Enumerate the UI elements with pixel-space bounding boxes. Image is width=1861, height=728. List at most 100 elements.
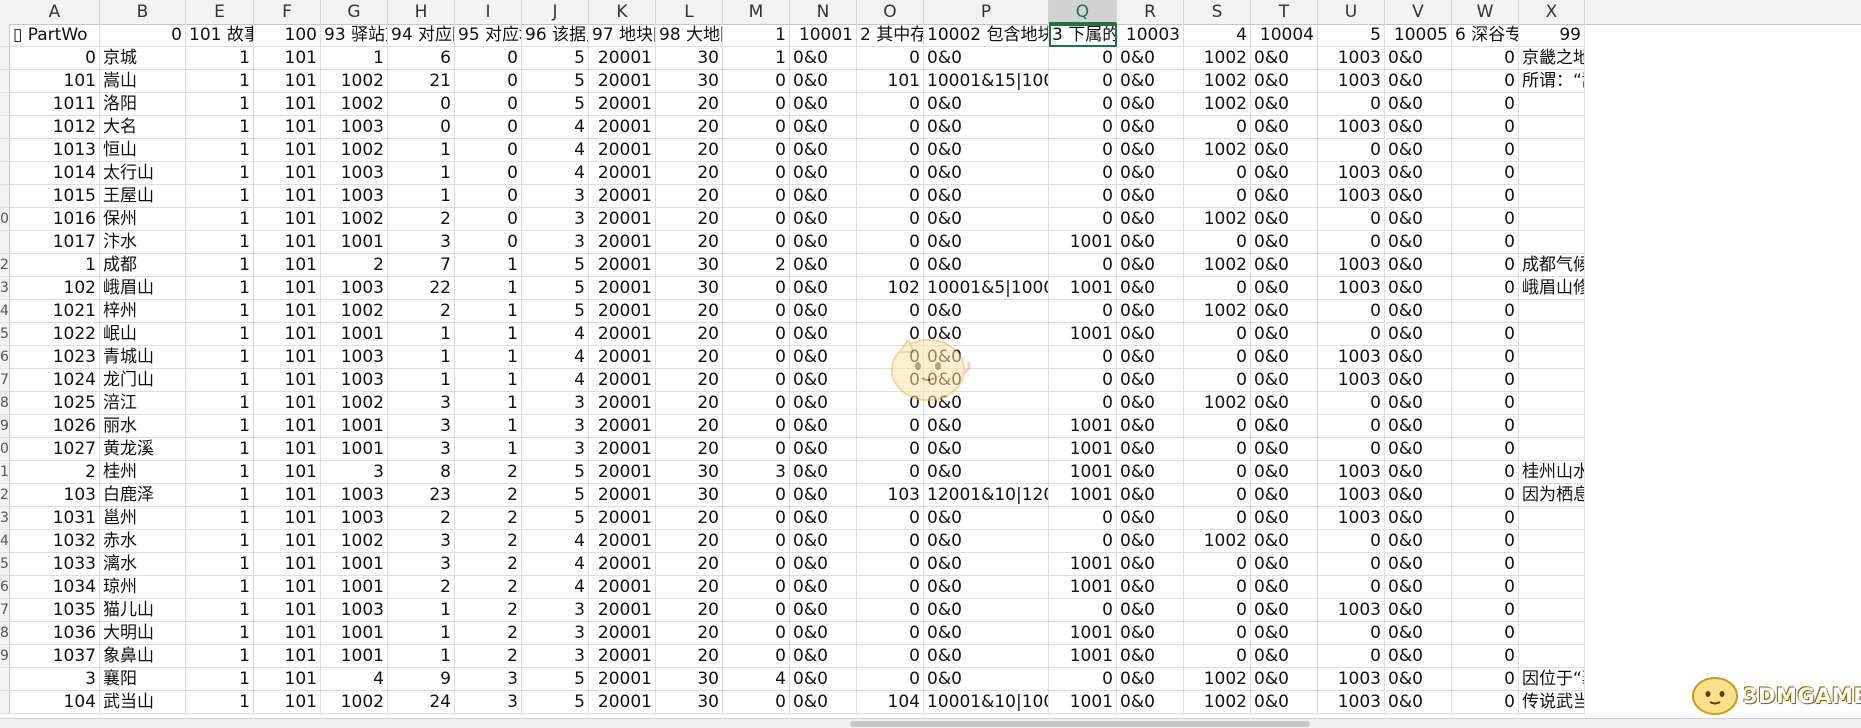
cell[interactable]: 0&0 <box>1251 415 1318 438</box>
cell[interactable]: 1002 <box>321 691 388 714</box>
cell[interactable]: 0 <box>1452 553 1519 576</box>
cell[interactable]: 0 <box>723 185 790 208</box>
cell[interactable]: 3 <box>388 438 455 461</box>
cell[interactable]: 0&0 <box>1251 346 1318 369</box>
cell[interactable]: 梓州 <box>100 300 186 323</box>
cell[interactable]: 1003 <box>321 116 388 139</box>
cell[interactable] <box>1519 185 1585 208</box>
cell[interactable]: 5 <box>522 277 589 300</box>
cell[interactable]: 1001 <box>321 576 388 599</box>
cell[interactable]: 2 <box>455 553 522 576</box>
cell[interactable]: 传说武当山是“真 <box>1519 691 1585 714</box>
cell[interactable]: 0&0 <box>1251 139 1318 162</box>
cell[interactable]: 0&0 <box>1251 116 1318 139</box>
cell[interactable]: 京城 <box>100 47 186 70</box>
cell[interactable]: 24 <box>388 691 455 714</box>
cell[interactable] <box>1519 346 1585 369</box>
cell[interactable]: 3 <box>388 392 455 415</box>
cell[interactable]: 0&0 <box>1251 576 1318 599</box>
cell[interactable]: 0 <box>1452 507 1519 530</box>
cell[interactable]: 0 <box>1452 392 1519 415</box>
cell[interactable]: 1002 <box>321 300 388 323</box>
column-header-g[interactable]: G <box>321 0 388 24</box>
cell[interactable]: 0 <box>1049 668 1117 691</box>
cell[interactable]: 101 <box>254 691 321 714</box>
cell[interactable]: 5 <box>522 461 589 484</box>
cell[interactable]: 101 <box>254 369 321 392</box>
cell[interactable]: 0 <box>388 116 455 139</box>
cell[interactable]: 2 <box>10 461 100 484</box>
cell[interactable]: 1003 <box>321 346 388 369</box>
cell[interactable]: 1 <box>186 622 254 645</box>
cell[interactable]: 1002 <box>1184 668 1251 691</box>
cell[interactable]: 1 <box>186 139 254 162</box>
cell[interactable]: 汴水 <box>100 231 186 254</box>
cell[interactable]: 1013 <box>10 139 100 162</box>
cell[interactable]: 10003 <box>1117 24 1184 47</box>
cell[interactable]: 1003 <box>1318 599 1385 622</box>
cell[interactable]: 0 <box>455 162 522 185</box>
cell[interactable]: 20001 <box>589 139 656 162</box>
cell[interactable]: 0&0 <box>924 553 1049 576</box>
cell[interactable]: 103 <box>857 484 924 507</box>
cell[interactable]: 龙门山 <box>100 369 186 392</box>
cell[interactable]: 3 <box>522 645 589 668</box>
cell[interactable]: 1025 <box>10 392 100 415</box>
cell[interactable] <box>1519 323 1585 346</box>
cell[interactable]: 20001 <box>589 438 656 461</box>
cell[interactable]: 1 <box>388 185 455 208</box>
cell[interactable]: 101 <box>254 93 321 116</box>
cell[interactable]: 0 <box>455 47 522 70</box>
cell[interactable]: 白鹿泽 <box>100 484 186 507</box>
cell[interactable]: 0&0 <box>924 93 1049 116</box>
cell[interactable]: 0&0 <box>1385 93 1452 116</box>
row-header[interactable]: 9 <box>0 415 10 438</box>
cell[interactable]: 0&0 <box>790 70 857 93</box>
cell[interactable]: 0&0 <box>924 162 1049 185</box>
row-header[interactable] <box>0 185 10 208</box>
cell[interactable]: 101 <box>254 645 321 668</box>
cell[interactable]: 101 <box>857 70 924 93</box>
cell[interactable]: 0&0 <box>1117 668 1184 691</box>
cell[interactable]: 0&0 <box>1385 208 1452 231</box>
cell[interactable]: 4 <box>522 369 589 392</box>
cell[interactable]: 101 <box>254 231 321 254</box>
cell[interactable]: 101 <box>254 438 321 461</box>
cell[interactable]: 1 <box>186 208 254 231</box>
cell[interactable]: 0 <box>723 323 790 346</box>
cell[interactable]: 京畿之地，极是 <box>1519 47 1585 70</box>
cell[interactable]: 5 <box>522 300 589 323</box>
cell[interactable]: 0 <box>857 162 924 185</box>
cell[interactable]: 0 <box>1452 576 1519 599</box>
cell[interactable]: 0&0 <box>1117 461 1184 484</box>
cell[interactable]: 0&0 <box>1251 369 1318 392</box>
cell[interactable]: 1 <box>186 553 254 576</box>
cell[interactable]: 1 <box>186 277 254 300</box>
cell[interactable]: 1037 <box>10 645 100 668</box>
cell[interactable]: 20001 <box>589 208 656 231</box>
cell[interactable]: 0 <box>1318 208 1385 231</box>
cell[interactable]: 0&0 <box>1251 599 1318 622</box>
cell[interactable]: 5 <box>522 47 589 70</box>
cell[interactable]: 0 <box>1049 208 1117 231</box>
cell[interactable]: 1002 <box>1184 93 1251 116</box>
cell[interactable]: 猫儿山 <box>100 599 186 622</box>
cell[interactable]: 1 <box>455 300 522 323</box>
cell[interactable]: 0 <box>1184 116 1251 139</box>
cell[interactable]: 22 <box>388 277 455 300</box>
cell[interactable]: 0 <box>857 116 924 139</box>
cell[interactable]: 20001 <box>589 484 656 507</box>
cell[interactable]: 0 <box>857 668 924 691</box>
cell[interactable]: 0 <box>1318 530 1385 553</box>
row-header[interactable] <box>0 93 10 116</box>
cell[interactable]: 0&0 <box>1251 622 1318 645</box>
cell[interactable]: 20001 <box>589 668 656 691</box>
cell[interactable]: 101 <box>254 576 321 599</box>
cell[interactable]: 0 <box>388 93 455 116</box>
cell[interactable]: 0&0 <box>1117 691 1184 714</box>
cell[interactable]: 3 <box>388 231 455 254</box>
cell[interactable]: 2 其中存在 <box>857 24 924 47</box>
cell[interactable]: 0 <box>723 277 790 300</box>
cell[interactable]: 1 <box>186 392 254 415</box>
cell[interactable]: 0&0 <box>1385 185 1452 208</box>
